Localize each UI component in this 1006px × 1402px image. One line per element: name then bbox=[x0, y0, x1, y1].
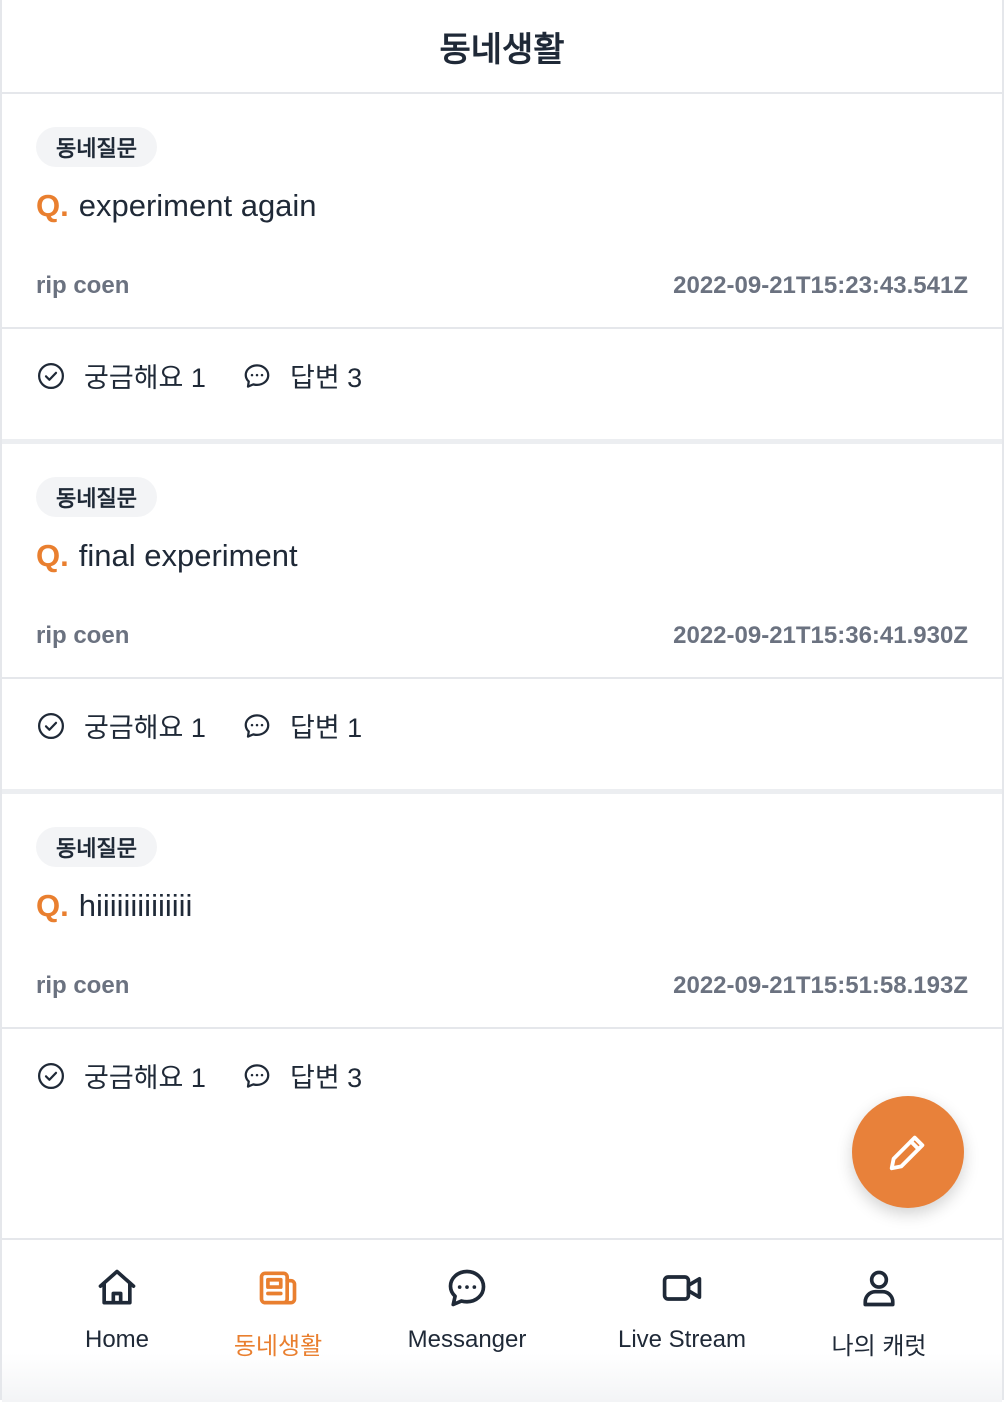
curious-count: 궁금해요 1 bbox=[84, 713, 206, 743]
tab-label: Messanger bbox=[407, 1326, 527, 1353]
post-timestamp: 2022-09-21T15:36:41.930Z bbox=[673, 622, 968, 649]
tab-live-stream[interactable]: Live Stream bbox=[592, 1266, 772, 1354]
post-body[interactable]: 동네질문 Q. final experiment rip coen 2022-09… bbox=[2, 444, 1002, 679]
post-title-text: final experiment bbox=[78, 538, 298, 573]
chat-icon bbox=[448, 1269, 486, 1307]
answers-count: 답변 3 bbox=[290, 1063, 363, 1093]
curious-button[interactable]: 궁금해요 1 bbox=[36, 356, 206, 395]
user-icon bbox=[863, 1270, 895, 1307]
video-icon bbox=[662, 1275, 702, 1301]
question-mark-label: Q. bbox=[36, 538, 69, 573]
post-title[interactable]: Q. hiiiiiiiiiiiiii bbox=[36, 888, 192, 924]
curious-button[interactable]: 궁금해요 1 bbox=[36, 1056, 206, 1095]
post-timestamp: 2022-09-21T15:23:43.541Z bbox=[673, 272, 968, 299]
category-tag: 동네질문 bbox=[36, 477, 157, 517]
curious-count: 궁금해요 1 bbox=[84, 1063, 206, 1093]
post-footer: 궁금해요 1 답변 3 bbox=[2, 1029, 1002, 1139]
speech-bubble-icon bbox=[244, 713, 270, 738]
tab-my-carrot[interactable]: 나의 캐럿 bbox=[789, 1266, 969, 1361]
newspaper-icon bbox=[259, 1271, 297, 1305]
tab-neighborhood[interactable]: 동네생활 bbox=[188, 1266, 368, 1361]
page-title: 동네생활 bbox=[439, 30, 565, 69]
tab-home[interactable]: Home bbox=[27, 1266, 207, 1354]
category-tag: 동네질문 bbox=[36, 127, 157, 167]
post-title[interactable]: Q. final experiment bbox=[36, 538, 298, 574]
category-tag: 동네질문 bbox=[36, 827, 157, 867]
post-card[interactable]: 동네질문 Q. hiiiiiiiiiiiiii rip coen 2022-09-… bbox=[2, 794, 1002, 1139]
curious-button[interactable]: 궁금해요 1 bbox=[36, 706, 206, 745]
tab-label: Home bbox=[84, 1326, 150, 1353]
answers-button[interactable]: 답변 3 bbox=[242, 356, 362, 395]
post-title[interactable]: Q. experiment again bbox=[36, 188, 317, 224]
pencil-icon bbox=[889, 1135, 925, 1171]
post-author: rip coen bbox=[36, 622, 130, 649]
post-title-text: hiiiiiiiiiiiiii bbox=[78, 888, 193, 923]
post-author: rip coen bbox=[36, 272, 130, 299]
curious-count: 궁금해요 1 bbox=[84, 363, 206, 393]
post-timestamp: 2022-09-21T15:51:58.193Z bbox=[673, 972, 968, 999]
check-circle-icon bbox=[38, 362, 64, 389]
post-body[interactable]: 동네질문 Q. experiment again rip coen 2022-09… bbox=[2, 94, 1002, 329]
tab-label: Live Stream bbox=[617, 1326, 747, 1353]
app-frame: 동네생활 동네질문 Q. experiment again rip coen 20… bbox=[0, 0, 1004, 1402]
bottom-tab-bar: Home 동네생활 Messanger Live Stream 나의 캐럿 bbox=[2, 1238, 1002, 1402]
post-card[interactable]: 동네질문 Q. final experiment rip coen 2022-09… bbox=[2, 444, 1002, 794]
question-mark-label: Q. bbox=[36, 888, 69, 923]
post-body[interactable]: 동네질문 Q. hiiiiiiiiiiiiii rip coen 2022-09-… bbox=[2, 794, 1002, 1029]
write-post-button[interactable] bbox=[852, 1096, 964, 1208]
home-icon bbox=[98, 1269, 136, 1305]
answers-count: 답변 1 bbox=[290, 713, 363, 743]
answers-button[interactable]: 답변 3 bbox=[242, 1056, 362, 1095]
speech-bubble-icon bbox=[244, 363, 270, 388]
tab-label: 동네생활 bbox=[233, 1333, 323, 1360]
answers-count: 답변 3 bbox=[290, 363, 363, 393]
check-circle-icon bbox=[38, 1062, 64, 1089]
post-footer: 궁금해요 1 답변 1 bbox=[2, 679, 1002, 794]
tab-messanger[interactable]: Messanger bbox=[377, 1266, 557, 1354]
tab-label: 나의 캐럿 bbox=[831, 1333, 927, 1360]
post-author: rip coen bbox=[36, 972, 130, 999]
question-mark-label: Q. bbox=[36, 188, 69, 223]
header: 동네생활 bbox=[2, 0, 1002, 94]
speech-bubble-icon bbox=[244, 1063, 270, 1088]
answers-button[interactable]: 답변 1 bbox=[242, 706, 362, 745]
post-footer: 궁금해요 1 답변 3 bbox=[2, 329, 1002, 444]
check-circle-icon bbox=[38, 712, 64, 739]
post-card[interactable]: 동네질문 Q. experiment again rip coen 2022-09… bbox=[2, 94, 1002, 444]
post-title-text: experiment again bbox=[78, 188, 317, 223]
